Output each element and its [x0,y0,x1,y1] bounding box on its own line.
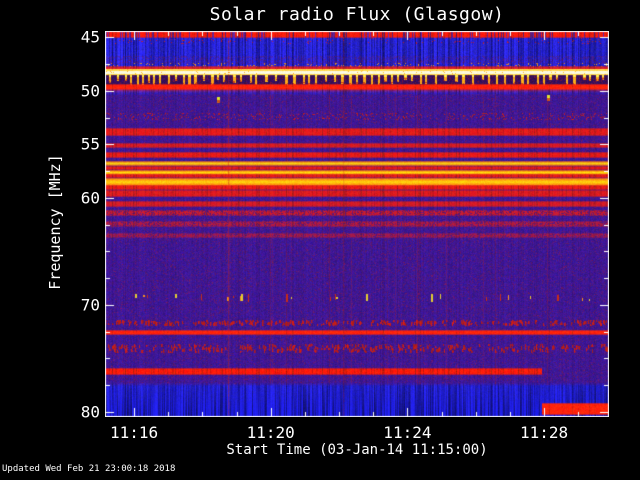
x-tick-label: 11:20 [246,423,295,442]
x-axis-label: Start Time (03-Jan-14 11:15:00) [226,442,488,458]
spectrogram-canvas [105,31,609,417]
y-axis-label: Frequency [MHz] [46,154,64,290]
x-tick-label: 11:24 [383,423,432,442]
solar-radio-spectrogram-figure: Solar radio Flux (Glasgow) Frequency [MH… [0,0,640,480]
y-tick-label: 50 [80,81,100,101]
y-tick-label: 55 [80,134,100,154]
updated-timestamp: Updated Wed Feb 21 23:00:18 2018 [2,464,176,474]
y-tick-label: 70 [80,295,100,315]
x-tick-label: 11:16 [109,423,159,442]
y-tick-label: 45 [80,27,100,47]
x-tick-label: 11:28 [519,423,569,442]
chart-title: Solar radio Flux (Glasgow) [209,4,505,25]
y-tick-label: 80 [80,402,100,422]
y-tick-label: 60 [80,188,100,208]
